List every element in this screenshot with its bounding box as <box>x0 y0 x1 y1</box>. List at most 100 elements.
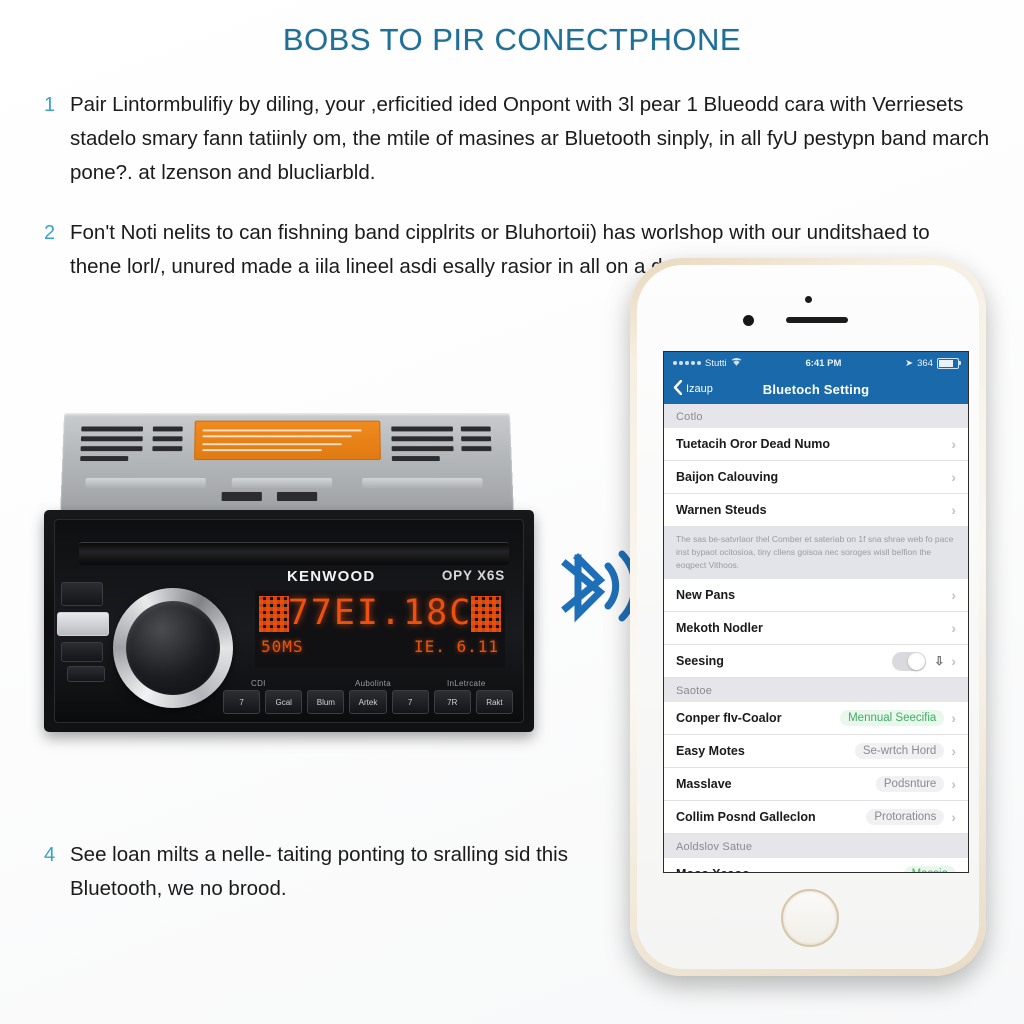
chevron-right-icon: › <box>951 710 956 726</box>
list-item-label: Masslave <box>676 777 732 791</box>
volume-knob[interactable] <box>113 588 233 708</box>
home-button[interactable] <box>781 889 839 947</box>
list-item[interactable]: Collim Posnd Galleclon Protorations › <box>664 801 968 834</box>
chassis-notch <box>221 491 262 502</box>
instruction-step-4: 4 See loan milts a nelle- taiting pontin… <box>44 838 604 906</box>
vent-slot <box>80 456 129 462</box>
back-button-label: Izaup <box>686 383 713 395</box>
stereo-lcd-display: 77EI.18C 50MS IE. 6.11 <box>255 590 505 668</box>
list-item[interactable]: Mooa Xeaoo Massia <box>664 858 968 872</box>
step-number: 2 <box>44 222 56 244</box>
chassis-rib <box>231 477 333 488</box>
status-bar-time: 6:41 PM <box>805 357 842 369</box>
phone-body: Stutti 6:41 PM ➤ 364 Izaup Bluetoch Sett… <box>630 258 986 976</box>
status-bar-left: Stutti <box>673 357 742 369</box>
cd-slot[interactable] <box>79 542 509 565</box>
phone-bezel: Stutti 6:41 PM ➤ 364 Izaup Bluetoch Sett… <box>637 265 979 969</box>
lcd-subline: 50MS IE. 6.11 <box>261 637 499 656</box>
step-number: 1 <box>44 94 56 116</box>
list-item-label: Seesing <box>676 654 724 668</box>
bluetooth-button[interactable] <box>61 582 103 606</box>
list-item-value: Protorations <box>866 809 945 825</box>
page-title: BOBS TO PIR CONECTPHONE <box>282 22 742 57</box>
function-button-row: 7 Gcal Blum Artek 7 7R Rakt <box>223 690 513 714</box>
stereo-brand: KENWOOD <box>287 568 376 585</box>
list-item[interactable]: Mekoth Nodler › <box>664 612 968 645</box>
list-item[interactable]: Masslave Podsnture › <box>664 768 968 801</box>
step-text: See loan milts a nelle- taiting ponting … <box>70 843 568 900</box>
nav-bar: Izaup Bluetoch Setting <box>664 374 968 404</box>
list-item[interactable]: New Pans › <box>664 579 968 612</box>
vent-slot <box>152 426 183 432</box>
source-button[interactable] <box>61 642 103 662</box>
step-number: 4 <box>44 844 56 866</box>
list-item[interactable]: Warnen Steuds › <box>664 494 968 527</box>
list-item[interactable]: Baijon Calouving › <box>664 461 968 494</box>
instruction-step-1: 1 Pair Lintormbulifiy by diling, your ,e… <box>44 88 994 190</box>
vent-slot <box>81 426 144 432</box>
list-item-label: Collim Posnd Galleclon <box>676 810 816 824</box>
list-item-label: Conper fIv-Coalor <box>676 711 782 725</box>
stereo-chassis <box>59 412 515 521</box>
function-button[interactable]: Artek <box>349 690 387 714</box>
caution-sticker <box>194 420 381 461</box>
vent-slot <box>80 436 143 442</box>
volume-knob-cap[interactable] <box>126 601 220 695</box>
page-root: BOBS TO PIR CONECTPHONE 1 Pair Lintormbu… <box>0 0 1024 1024</box>
section-header: Cotlo <box>664 404 968 428</box>
list-item-value: Massia <box>903 866 956 872</box>
list-item-label: Warnen Steuds <box>676 503 767 517</box>
chevron-right-icon: › <box>951 776 956 792</box>
eject-button[interactable] <box>57 612 109 636</box>
lcd-label-cdi: CDI <box>251 679 266 688</box>
proximity-sensor-icon <box>805 296 812 303</box>
chassis-rib <box>85 477 206 488</box>
battery-icon <box>936 357 961 369</box>
vent-slot <box>461 446 492 452</box>
chassis-notch <box>276 491 318 502</box>
function-button[interactable]: Blum <box>307 690 345 714</box>
vent-slot <box>391 426 453 432</box>
back-button[interactable]: Izaup <box>673 379 713 398</box>
function-button[interactable]: Gcal <box>265 690 303 714</box>
vent-slot <box>391 456 440 462</box>
aux-button[interactable] <box>67 666 105 682</box>
function-button[interactable]: 7 <box>223 690 261 714</box>
wifi-icon <box>731 357 742 369</box>
list-item[interactable]: Tuetacih Oror Dead Numo › <box>664 428 968 461</box>
earpiece-speaker <box>786 317 848 323</box>
vent-slot <box>391 436 454 442</box>
vent-slot <box>80 446 143 452</box>
vent-slot <box>152 436 183 442</box>
vent-slot <box>461 436 492 442</box>
list-item[interactable]: Seesing ⇩ › <box>664 645 968 678</box>
lcd-right-text: IE. 6.11 <box>413 637 499 656</box>
battery-percent: 364 <box>917 357 933 369</box>
section-header: Saotoe <box>664 678 968 702</box>
chevron-right-icon: › <box>951 587 956 603</box>
status-bar: Stutti 6:41 PM ➤ 364 <box>664 352 968 374</box>
toggle-switch[interactable] <box>892 651 927 671</box>
function-button[interactable]: Rakt <box>475 690 513 714</box>
list-item[interactable]: Easy Motes Se-wrtch Hord › <box>664 735 968 768</box>
function-button[interactable]: 7 <box>391 690 429 714</box>
list-item-label: Baijon Calouving <box>676 470 779 484</box>
vent-slot <box>460 426 491 432</box>
signal-dots-icon <box>673 361 701 365</box>
vent-slot <box>152 446 183 452</box>
list-item[interactable]: Conper fIv-Coalor Mennual Seecifia › <box>664 702 968 735</box>
list-item-value: Mennual Seecifia <box>840 710 945 726</box>
front-camera-icon <box>743 315 754 326</box>
stereo-model: OPY X6S <box>441 568 505 583</box>
list-item-label: Mooa Xeaoo <box>676 867 750 872</box>
smartphone-photo: Stutti 6:41 PM ➤ 364 Izaup Bluetoch Sett… <box>630 258 986 976</box>
list-item-label: Mekoth Nodler <box>676 621 763 635</box>
list-item-label: Tuetacih Oror Dead Numo <box>676 437 830 451</box>
step-text: Pair Lintormbulifiy by diling, your ,erf… <box>70 93 990 184</box>
status-bar-right: ➤ 364 <box>905 357 961 369</box>
function-button[interactable]: 7R <box>433 690 471 714</box>
microphone-icon: ⇩ <box>934 654 945 668</box>
carrier-label: Stutti <box>705 357 727 369</box>
stereo-faceplate: KENWOOD OPY X6S 77EI.18C 50MS IE. 6.11 C… <box>44 510 534 732</box>
chevron-right-icon: › <box>951 809 956 825</box>
